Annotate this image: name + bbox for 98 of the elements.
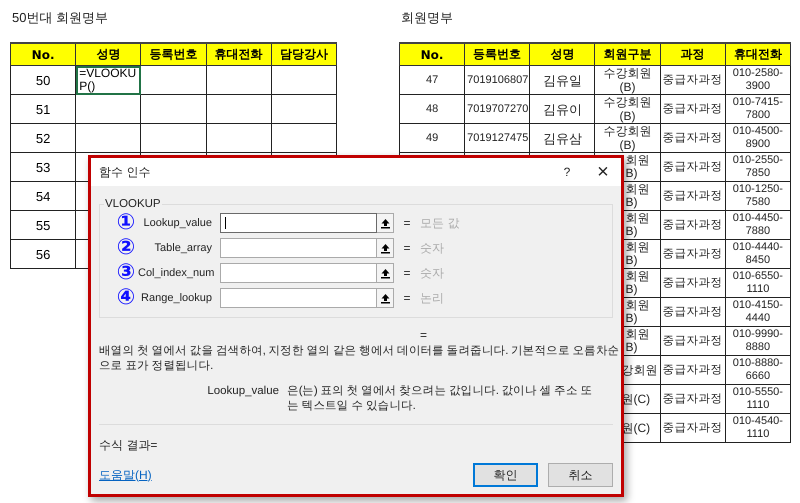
collapse-button[interactable]	[377, 238, 394, 258]
table-cell: 47	[400, 66, 465, 94]
table-cell: 중급자과정	[660, 152, 726, 182]
table-cell: 010-4150-4440	[725, 298, 790, 326]
argument-label: Lookup_value	[142, 217, 213, 229]
table-cell: 수강회원 (B)	[594, 66, 660, 94]
argument-type: 모든 값	[420, 214, 460, 232]
row-number-cell: 51	[10, 94, 76, 124]
collapse-button[interactable]	[377, 213, 394, 233]
argument-label: Table_array	[154, 242, 213, 254]
up-arrow-icon	[380, 218, 390, 228]
table-cell: 중급자과정	[660, 268, 726, 298]
argument-type: 숫자	[420, 264, 445, 282]
table-cell: 010-4540-1110	[725, 414, 790, 442]
table-cell: 수강회원 (B)	[594, 124, 660, 152]
formula-result: 수식 결과=	[99, 438, 158, 452]
table-cell: 7019127475	[464, 124, 530, 152]
column-header: No.	[400, 43, 465, 66]
step-number: ④	[116, 287, 136, 309]
input-field[interactable]	[220, 213, 377, 233]
column-header: 등록번호	[464, 43, 530, 66]
step-number: ③	[116, 262, 136, 284]
up-arrow-icon	[380, 242, 390, 254]
equals-sign: =	[402, 266, 412, 280]
column-header: 담당강사	[271, 43, 336, 66]
table-cell: 김유삼	[530, 124, 595, 152]
column-header: 휴대전화	[206, 43, 272, 66]
row-number-cell: 55	[10, 210, 76, 240]
table-cell: 010-9990-8880	[725, 326, 790, 356]
up-arrow-icon	[380, 292, 390, 304]
ok-button[interactable]: 확인	[473, 463, 538, 487]
step-number: ②	[116, 237, 136, 259]
collapse-button[interactable]	[377, 263, 394, 283]
table-cell: 49	[400, 124, 465, 152]
row-number-cell: 54	[10, 182, 76, 210]
table-cell: 중급자과정	[660, 298, 726, 326]
table-cell: 김유일	[530, 66, 595, 94]
input-field[interactable]	[220, 288, 377, 308]
sheet-title: 회원명부	[400, 9, 454, 27]
input-field[interactable]	[220, 238, 377, 258]
argument-label: Range_lookup	[140, 292, 213, 304]
collapse-button[interactable]	[377, 288, 394, 308]
row-number-cell: 50	[10, 66, 76, 94]
column-header: No.	[10, 43, 76, 66]
row-number-cell: 53	[10, 152, 76, 182]
table-cell: 김유이	[530, 94, 595, 124]
table-cell: 7019106807	[464, 66, 530, 94]
column-header: 과정	[660, 43, 726, 66]
close-button[interactable]: ×	[593, 162, 613, 182]
table-cell: 중급자과정	[660, 240, 726, 268]
table-cell: 중급자과정	[660, 94, 726, 124]
argument-description: 은(는) 표의 첫 열에서 찾으려는 값입니다. 값이나 셀 주소 또는 텍스트일 수 있습니다.	[287, 384, 594, 414]
table-cell: 중급자과정	[660, 326, 726, 356]
table-cell: 010-4440-8450	[725, 240, 790, 268]
table-cell: 010-4450-7880	[725, 210, 790, 240]
argument-type: 숫자	[420, 240, 445, 256]
table-cell: 010-6550-1110	[725, 268, 790, 298]
selected-cell[interactable]: =VLOOKUP()	[76, 66, 141, 94]
column-header: 회원구분	[594, 43, 660, 66]
equals-sign: =	[402, 216, 412, 230]
table-cell: 7019707270	[464, 94, 530, 124]
table-cell: 중급자과정	[660, 124, 726, 152]
table-cell: 010-7415-7800	[725, 94, 790, 124]
argument-type: 논리	[420, 290, 445, 306]
column-header: 휴대전화	[725, 43, 790, 66]
table-cell: 010-8880-6660	[725, 356, 790, 384]
row-number-cell: 56	[10, 240, 76, 268]
table-cell: 010-4500-8900	[725, 124, 790, 152]
table-cell: 중급자과정	[660, 356, 726, 384]
help-link[interactable]: 도움말(H)	[99, 466, 463, 484]
table-cell: 중급자과정	[660, 182, 726, 210]
column-header: 성명	[530, 43, 595, 66]
table-cell: 중급자과정	[660, 66, 726, 94]
equals-sign: =	[402, 241, 412, 255]
table-cell: 010-1250-7580	[725, 182, 790, 210]
table-cell: 010-2580-3900	[725, 66, 790, 94]
table-cell: 중급자과정	[660, 414, 726, 442]
sheet-title: 50번대 회원명부	[11, 9, 110, 27]
up-arrow-icon	[380, 268, 390, 278]
table-cell: 010-5550-1110	[725, 384, 790, 414]
column-header: 성명	[76, 43, 141, 66]
table-cell: 중급자과정	[660, 210, 726, 240]
equals-sign: =	[402, 291, 412, 305]
step-number: ①	[116, 212, 136, 234]
table-cell: 48	[400, 94, 465, 124]
dialog-title: 함수 인수	[99, 164, 152, 180]
argument-label: Col_index_num	[138, 267, 216, 279]
table-cell: 수강회원 (B)	[594, 94, 660, 124]
table-cell: 중급자과정	[660, 384, 726, 414]
input-field[interactable]	[220, 263, 377, 283]
result-value: =	[420, 328, 428, 342]
table-cell: 010-2550-7850	[725, 152, 790, 182]
help-button[interactable]: ?	[557, 165, 577, 179]
cancel-button[interactable]: 취소	[548, 463, 613, 487]
column-header: 등록번호	[140, 43, 206, 66]
function-name: VLOOKUP	[104, 198, 162, 210]
argument-name: Lookup_value	[206, 384, 280, 399]
row-number-cell: 52	[10, 124, 76, 152]
